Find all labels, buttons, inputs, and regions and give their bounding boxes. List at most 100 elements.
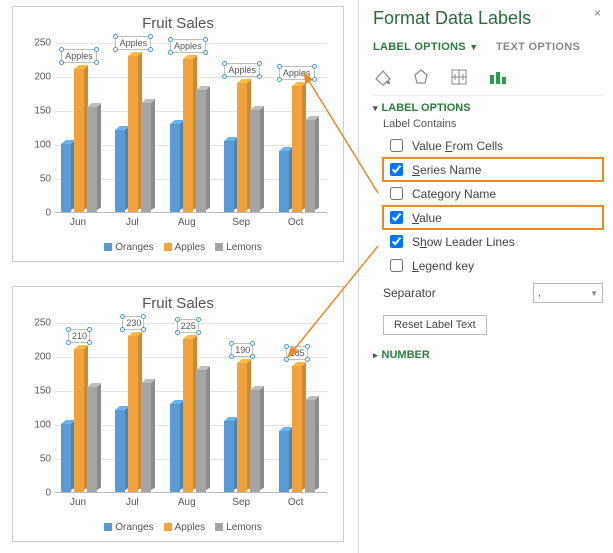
bar[interactable] — [292, 86, 302, 212]
opt-value-from-cells[interactable]: Value From Cells — [383, 134, 603, 157]
x-tick: Sep — [216, 497, 266, 508]
legend-item[interactable]: Apples — [175, 242, 206, 253]
legend-item[interactable]: Lemons — [226, 522, 262, 533]
section-label-options[interactable]: LABEL OPTIONS — [373, 102, 603, 114]
data-label[interactable]: Apples — [279, 66, 315, 80]
y-tick: 200 — [25, 352, 51, 363]
y-tick: 50 — [25, 174, 51, 185]
bar[interactable] — [128, 336, 138, 492]
y-tick: 150 — [25, 386, 51, 397]
bar[interactable] — [74, 69, 84, 212]
x-tick: Sep — [216, 217, 266, 228]
bar[interactable] — [115, 410, 125, 492]
bar[interactable] — [183, 59, 193, 212]
bar[interactable] — [250, 110, 260, 212]
bar[interactable] — [279, 431, 289, 492]
bar[interactable] — [141, 383, 151, 492]
checkbox-series-name[interactable] — [390, 163, 403, 176]
bar[interactable] — [128, 56, 138, 212]
label-contains-heading: Label Contains — [383, 118, 603, 130]
legend-item[interactable]: Apples — [175, 522, 206, 533]
bar[interactable] — [74, 349, 84, 492]
chart-top[interactable]: Fruit Sales050100150200250JunApplesJulAp… — [12, 6, 344, 262]
opt-series-name[interactable]: Series Name — [383, 158, 603, 181]
data-label[interactable]: 185 — [286, 346, 308, 360]
opt-leader-lines[interactable]: Show Leader Lines — [383, 230, 603, 253]
x-tick: Jul — [107, 497, 157, 508]
checkbox-value[interactable] — [390, 211, 403, 224]
data-label[interactable]: Apples — [170, 39, 206, 53]
pane-icon-row — [373, 63, 603, 96]
data-label[interactable]: Apples — [61, 49, 97, 63]
y-tick: 200 — [25, 72, 51, 83]
y-tick: 0 — [25, 488, 51, 499]
separator-dropdown[interactable]: , ▼ — [533, 283, 603, 303]
bar[interactable] — [305, 400, 315, 492]
reset-label-text-button[interactable]: Reset Label Text — [383, 315, 487, 335]
data-label[interactable]: 230 — [122, 316, 144, 330]
chart-bottom[interactable]: Fruit Sales050100150200250Jun210Jul230Au… — [12, 286, 344, 542]
size-properties-icon[interactable] — [449, 67, 469, 87]
data-label[interactable]: Apples — [115, 36, 151, 50]
x-tick: Jun — [53, 217, 103, 228]
y-tick: 50 — [25, 454, 51, 465]
checkbox-legend-key[interactable] — [390, 259, 403, 272]
bar[interactable] — [224, 421, 234, 492]
y-tick: 100 — [25, 420, 51, 431]
bar[interactable] — [61, 144, 71, 212]
legend-item[interactable]: Lemons — [226, 242, 262, 253]
opt-value[interactable]: Value — [383, 206, 603, 229]
bar[interactable] — [87, 107, 97, 212]
bar[interactable] — [141, 103, 151, 212]
x-tick: Aug — [162, 497, 212, 508]
x-tick: Oct — [271, 217, 321, 228]
y-tick: 250 — [25, 318, 51, 329]
x-tick: Jul — [107, 217, 157, 228]
checkbox-category-name[interactable] — [390, 187, 403, 200]
opt-legend-key[interactable]: Legend key — [383, 254, 603, 277]
data-label[interactable]: 225 — [177, 319, 199, 333]
opt-category-name[interactable]: Category Name — [383, 182, 603, 205]
x-tick: Aug — [162, 217, 212, 228]
bar[interactable] — [250, 390, 260, 492]
bar[interactable] — [115, 130, 125, 212]
legend-item[interactable]: Oranges — [115, 242, 153, 253]
bar[interactable] — [279, 151, 289, 212]
chart-legend[interactable]: Oranges Apples Lemons — [13, 242, 343, 253]
bar[interactable] — [170, 404, 180, 492]
legend-item[interactable]: Oranges — [115, 522, 153, 533]
format-data-labels-pane: × Format Data Labels LABEL OPTIONS ▼ TEX… — [358, 0, 613, 553]
tab-text-options[interactable]: TEXT OPTIONS — [496, 41, 580, 55]
bar[interactable] — [196, 90, 206, 212]
section-number[interactable]: NUMBER — [373, 349, 603, 361]
x-tick: Oct — [271, 497, 321, 508]
chart-legend[interactable]: Oranges Apples Lemons — [13, 522, 343, 533]
bar[interactable] — [170, 124, 180, 212]
data-label[interactable]: Apples — [224, 63, 260, 77]
y-tick: 250 — [25, 38, 51, 49]
x-tick: Jun — [53, 497, 103, 508]
bar[interactable] — [61, 424, 71, 492]
data-label[interactable]: 210 — [68, 329, 90, 343]
checkbox-value-from-cells[interactable] — [390, 139, 403, 152]
bar[interactable] — [196, 370, 206, 492]
tab-label-options[interactable]: LABEL OPTIONS ▼ — [373, 41, 479, 55]
label-options-icon[interactable] — [487, 67, 507, 87]
bar[interactable] — [237, 83, 247, 212]
fill-line-icon[interactable] — [373, 67, 393, 87]
pane-title: Format Data Labels — [373, 8, 603, 29]
bar[interactable] — [305, 120, 315, 212]
effects-icon[interactable] — [411, 67, 431, 87]
chevron-down-icon: ▼ — [590, 289, 598, 298]
bar[interactable] — [183, 339, 193, 492]
close-icon[interactable]: × — [594, 6, 601, 20]
bar[interactable] — [87, 387, 97, 492]
y-tick: 100 — [25, 140, 51, 151]
bar[interactable] — [237, 363, 247, 492]
data-label[interactable]: 190 — [231, 343, 253, 357]
bar[interactable] — [292, 366, 302, 492]
y-tick: 0 — [25, 208, 51, 219]
checkbox-leader-lines[interactable] — [390, 235, 403, 248]
bar[interactable] — [224, 141, 234, 212]
chart-title: Fruit Sales — [13, 15, 343, 32]
